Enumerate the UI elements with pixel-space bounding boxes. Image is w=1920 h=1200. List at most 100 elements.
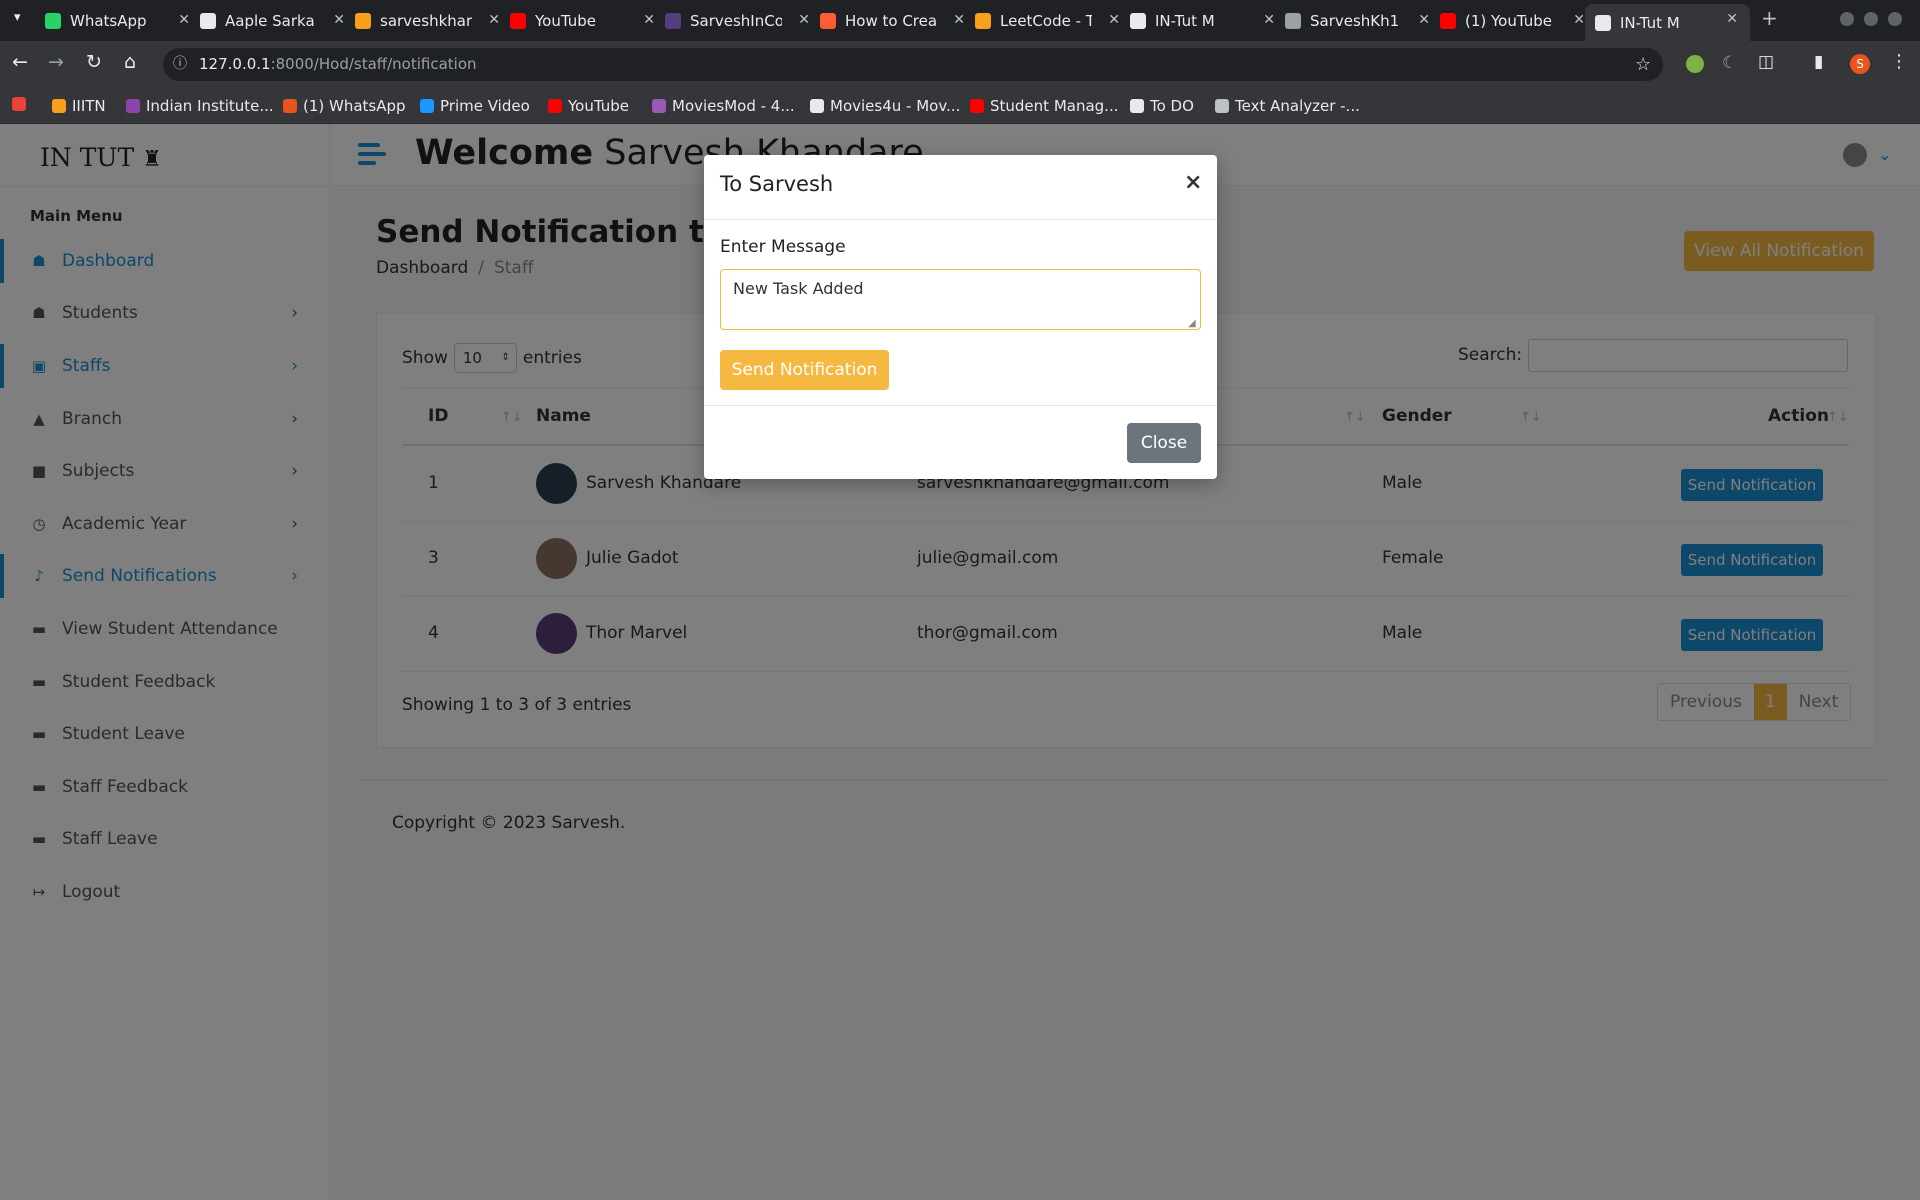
extensions-puzzle-icon[interactable]: ◫	[1758, 52, 1774, 72]
bookmark-label: Movies4u - Mov...	[830, 97, 961, 115]
side-panel-icon[interactable]: ▮	[1814, 52, 1823, 72]
modal-header-divider	[704, 219, 1217, 220]
browser-tab[interactable]: SarveshInCo ✕	[665, 6, 810, 36]
bookmark-favicon-icon	[810, 99, 824, 113]
extension-icon[interactable]: ☾	[1722, 53, 1737, 73]
url-host: 127.0.0.1	[199, 55, 271, 73]
browser-tab[interactable]: LeetCode - T ✕	[975, 6, 1120, 36]
tab-close-icon[interactable]: ✕	[1263, 12, 1275, 28]
bookmark-favicon-icon	[283, 99, 297, 113]
browser-tab[interactable]: How to Crea ✕	[820, 6, 965, 36]
site-info-icon[interactable]: ⓘ	[173, 48, 187, 81]
bookmark-item[interactable]: Text Analyzer -...	[1215, 97, 1360, 115]
tab-favicon-icon	[355, 13, 371, 29]
tab-close-icon[interactable]: ✕	[1108, 12, 1120, 28]
extension-icon[interactable]	[1686, 55, 1704, 73]
message-label: Enter Message	[720, 237, 846, 257]
tab-close-icon[interactable]: ✕	[798, 12, 810, 28]
tab-favicon-icon	[1285, 13, 1301, 29]
bookmark-label: Prime Video	[440, 97, 530, 115]
bookmark-label: (1) WhatsApp	[303, 97, 406, 115]
tab-title: (1) YouTube	[1465, 12, 1553, 30]
tab-title: YouTube	[535, 12, 596, 30]
tab-favicon-icon	[45, 13, 61, 29]
tab-favicon-icon	[1130, 13, 1146, 29]
profile-avatar[interactable]: S	[1850, 54, 1870, 74]
bookmark-item[interactable]: Movies4u - Mov...	[810, 97, 960, 115]
modal-title: To Sarvesh	[720, 172, 834, 196]
browser-tab[interactable]: YouTube ✕	[510, 6, 655, 36]
browser-tab[interactable]: WhatsApp ✕	[45, 6, 190, 36]
bookmark-favicon-icon	[1215, 99, 1229, 113]
tab-close-icon[interactable]: ✕	[1418, 12, 1430, 28]
bookmark-item[interactable]: Prime Video	[420, 97, 530, 115]
maximize-icon[interactable]	[1864, 12, 1878, 26]
browser-tab[interactable]: IN-Tut M ✕	[1585, 4, 1750, 41]
bookmark-favicon-icon	[52, 99, 66, 113]
tab-favicon-icon	[1440, 13, 1456, 29]
tab-title: LeetCode - T	[1000, 12, 1092, 30]
browser-tab[interactable]: sarveshkhar ✕	[355, 6, 500, 36]
bookmark-item[interactable]	[12, 97, 32, 111]
bookmark-item[interactable]: Student Manag...	[970, 97, 1118, 115]
modal-send-notification-button[interactable]: Send Notification	[720, 350, 889, 390]
bookmark-favicon-icon	[1130, 99, 1144, 113]
bookmark-item[interactable]: (1) WhatsApp	[283, 97, 406, 115]
tab-search-icon[interactable]: ▾	[14, 10, 21, 25]
browser-tab-strip: ▾ WhatsApp ✕ Aaple Sarka ✕ sarveshkhar ✕ YouTu…	[0, 0, 1920, 41]
minimize-icon[interactable]	[1840, 12, 1854, 26]
browser-tab[interactable]: SarveshKh1 ✕	[1285, 6, 1430, 36]
bookmark-favicon-icon	[652, 99, 666, 113]
tab-title: Aaple Sarka	[225, 12, 315, 30]
bookmark-label: To DO	[1150, 97, 1194, 115]
modal-close-icon[interactable]: ×	[1184, 170, 1202, 195]
bookmark-favicon-icon	[548, 99, 562, 113]
tab-close-icon[interactable]: ✕	[178, 12, 190, 28]
tab-close-icon[interactable]: ✕	[1726, 11, 1738, 27]
bookmark-label: Indian Institute...	[146, 97, 274, 115]
bookmark-label: YouTube	[568, 97, 629, 115]
browser-menu-icon[interactable]: ⋮	[1890, 51, 1908, 72]
tab-favicon-icon	[510, 13, 526, 29]
tab-close-icon[interactable]: ✕	[1573, 12, 1585, 28]
bookmark-item[interactable]: YouTube	[548, 97, 629, 115]
home-icon[interactable]: ⌂	[124, 51, 136, 73]
tab-title: SarveshInCo	[690, 12, 782, 30]
tab-title: How to Crea	[845, 12, 937, 30]
message-textarea[interactable]: New Task Added	[720, 269, 1201, 330]
close-window-icon[interactable]	[1888, 12, 1902, 26]
forward-icon[interactable]: →	[48, 51, 64, 73]
bookmark-label: Student Manag...	[990, 97, 1119, 115]
bookmark-item[interactable]: Indian Institute...	[126, 97, 274, 115]
back-icon[interactable]: ←	[12, 51, 28, 73]
browser-tab[interactable]: IN-Tut M ✕	[1130, 6, 1275, 36]
window-controls[interactable]	[1840, 12, 1910, 26]
tab-favicon-icon	[975, 13, 991, 29]
tab-favicon-icon	[820, 13, 836, 29]
tab-favicon-icon	[1595, 14, 1611, 31]
bookmark-favicon-icon	[126, 99, 140, 113]
modal-close-button[interactable]: Close	[1127, 423, 1201, 463]
new-tab-icon[interactable]: +	[1761, 6, 1778, 30]
browser-tab[interactable]: Aaple Sarka ✕	[200, 6, 345, 36]
resize-handle-icon[interactable]: ◢	[1188, 318, 1196, 329]
bookmark-favicon-icon	[970, 99, 984, 113]
tab-close-icon[interactable]: ✕	[953, 12, 965, 28]
tab-favicon-icon	[200, 13, 216, 29]
bookmark-star-icon[interactable]: ☆	[1635, 48, 1651, 81]
bookmark-item[interactable]: To DO	[1130, 97, 1194, 115]
bookmarks-bar: IIITN Indian Institute... (1) WhatsApp Prim…	[0, 88, 1920, 124]
reload-icon[interactable]: ↻	[86, 51, 102, 73]
bookmark-item[interactable]: IIITN	[52, 97, 106, 115]
tab-close-icon[interactable]: ✕	[488, 12, 500, 28]
tab-close-icon[interactable]: ✕	[643, 12, 655, 28]
tab-close-icon[interactable]: ✕	[333, 12, 345, 28]
bookmark-label: Text Analyzer -...	[1235, 97, 1360, 115]
bookmark-item[interactable]: MoviesMod - 4...	[652, 97, 795, 115]
address-bar[interactable]: ⓘ 127.0.0.1:8000/Hod/staff/notification …	[163, 48, 1663, 81]
tab-title: IN-Tut M	[1620, 13, 1680, 32]
url-path: :8000/Hod/staff/notification	[270, 55, 477, 73]
browser-tab[interactable]: (1) YouTube ✕	[1440, 6, 1585, 36]
modal-footer-divider	[704, 405, 1217, 406]
bookmark-label: IIITN	[72, 97, 106, 115]
